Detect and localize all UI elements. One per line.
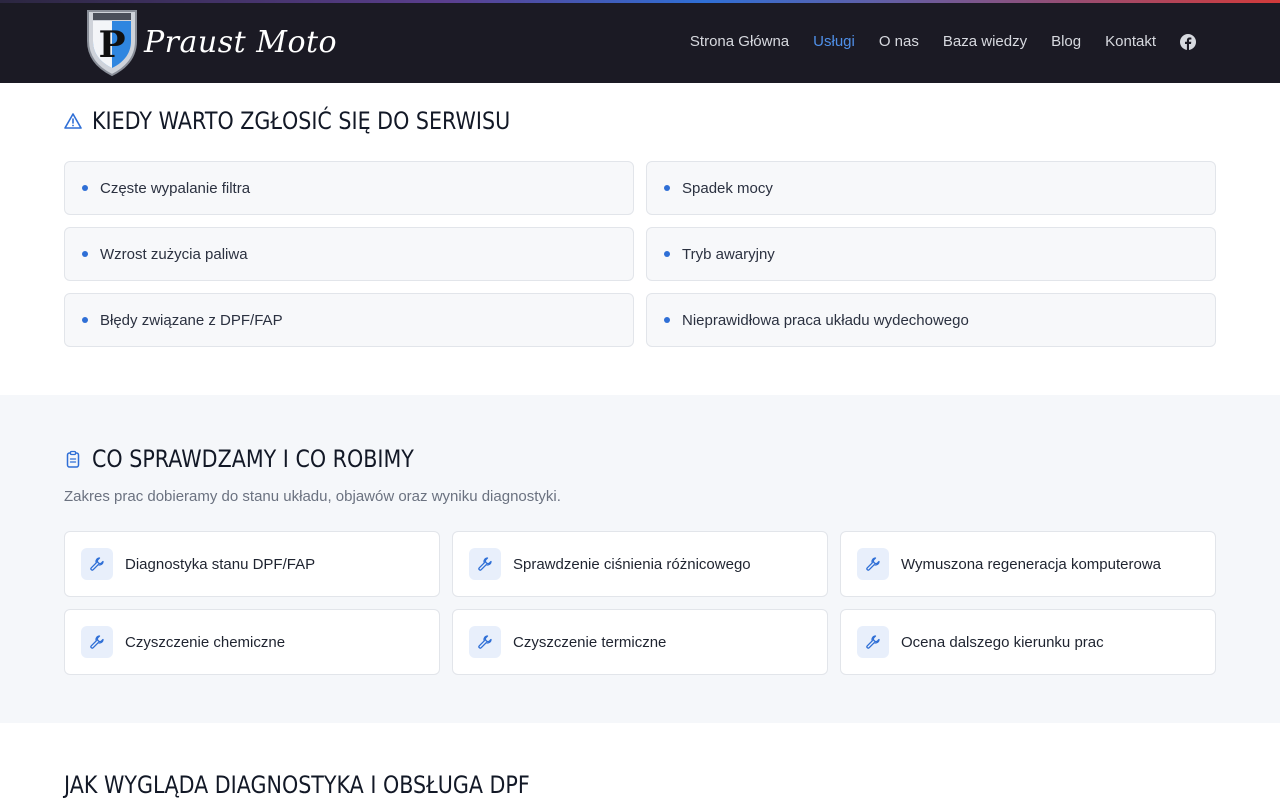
symptom-item: Częste wypalanie filtra [64, 161, 634, 215]
wrench-icon [469, 548, 501, 580]
symptom-item: Wzrost zużycia paliwa [64, 227, 634, 281]
nav-item-blog[interactable]: Blog [1051, 33, 1081, 50]
how-section-title: JAK WYGLĄDA DIAGNOSTYKA I OBSŁUGA DPF [64, 771, 530, 799]
nav-item-knowledge-base[interactable]: Baza wiedzy [943, 33, 1027, 50]
service-label: Czyszczenie chemiczne [125, 633, 286, 651]
how-section-heading: JAK WYGLĄDA DIAGNOSTYKA I OBSŁUGA DPF [64, 771, 606, 799]
bullet-icon [82, 251, 88, 257]
wrench-icon [81, 548, 113, 580]
how-it-works-section: JAK WYGLĄDA DIAGNOSTYKA I OBSŁUGA DPF [0, 723, 1280, 800]
main-nav: Strona Główna Usługi O nas Baza wiedzy B… [690, 0, 1196, 83]
logo-mark-letter: P [98, 24, 125, 66]
scope-section-subtitle: Zakres prac dobieramy do stanu układu, o… [64, 488, 561, 505]
wrench-icon [469, 626, 501, 658]
nav-item-home[interactable]: Strona Główna [690, 33, 789, 50]
scope-section-heading: CO SPRAWDZAMY I CO ROBIMY [64, 445, 466, 473]
symptom-item: Tryb awaryjny [646, 227, 1216, 281]
facebook-icon[interactable] [1180, 33, 1196, 50]
bullet-icon [664, 251, 670, 257]
symptom-label: Częste wypalanie filtra [100, 179, 251, 197]
service-label: Wymuszona regeneracja komputerowa [901, 555, 1161, 573]
symptom-label: Nieprawidłowa praca układu wydechowego [682, 311, 969, 329]
service-card: Ocena dalszego kierunku prac [840, 609, 1216, 675]
wrench-icon [857, 626, 889, 658]
symptom-item: Spadek mocy [646, 161, 1216, 215]
service-card: Wymuszona regeneracja komputerowa [840, 531, 1216, 597]
symptom-label: Błędy związane z DPF/FAP [100, 311, 283, 329]
clipboard-icon [64, 450, 82, 468]
symptom-label: Tryb awaryjny [682, 245, 775, 263]
when-to-visit-section: KIEDY WARTO ZGŁOSIĆ SIĘ DO SERWISU Częst… [0, 83, 1280, 395]
bullet-icon [82, 317, 88, 323]
wrench-icon [81, 626, 113, 658]
warning-icon [64, 112, 82, 130]
nav-item-services[interactable]: Usługi [813, 33, 855, 50]
service-card: Czyszczenie chemiczne [64, 609, 440, 675]
nav-item-about[interactable]: O nas [879, 33, 919, 50]
site-header: P Praust Moto Strona Główna Usługi O nas… [0, 0, 1280, 83]
scope-section-title: CO SPRAWDZAMY I CO ROBIMY [92, 445, 414, 473]
when-section-heading: KIEDY WARTO ZGŁOSIĆ SIĘ DO SERWISU [64, 107, 578, 135]
site-logo[interactable]: P Praust Moto [84, 6, 337, 78]
service-card: Diagnostyka stanu DPF/FAP [64, 531, 440, 597]
service-label: Sprawdzenie ciśnienia różnicowego [513, 555, 751, 573]
bullet-icon [664, 317, 670, 323]
symptom-item: Nieprawidłowa praca układu wydechowego [646, 293, 1216, 347]
symptom-label: Spadek mocy [682, 179, 773, 197]
when-section-title: KIEDY WARTO ZGŁOSIĆ SIĘ DO SERWISU [92, 107, 511, 135]
bullet-icon [82, 185, 88, 191]
service-label: Diagnostyka stanu DPF/FAP [125, 555, 316, 573]
logo-shield-icon: P [87, 10, 137, 77]
wrench-icon [857, 548, 889, 580]
service-card: Czyszczenie termiczne [452, 609, 828, 675]
service-label: Ocena dalszego kierunku prac [901, 633, 1104, 651]
symptom-item: Błędy związane z DPF/FAP [64, 293, 634, 347]
logo-text: Praust Moto [144, 24, 338, 60]
bullet-icon [664, 185, 670, 191]
service-card: Sprawdzenie ciśnienia różnicowego [452, 531, 828, 597]
scope-section: CO SPRAWDZAMY I CO ROBIMY Zakres prac do… [0, 395, 1280, 723]
nav-item-contact[interactable]: Kontakt [1105, 33, 1156, 50]
symptom-label: Wzrost zużycia paliwa [100, 245, 248, 263]
service-label: Czyszczenie termiczne [513, 633, 667, 651]
